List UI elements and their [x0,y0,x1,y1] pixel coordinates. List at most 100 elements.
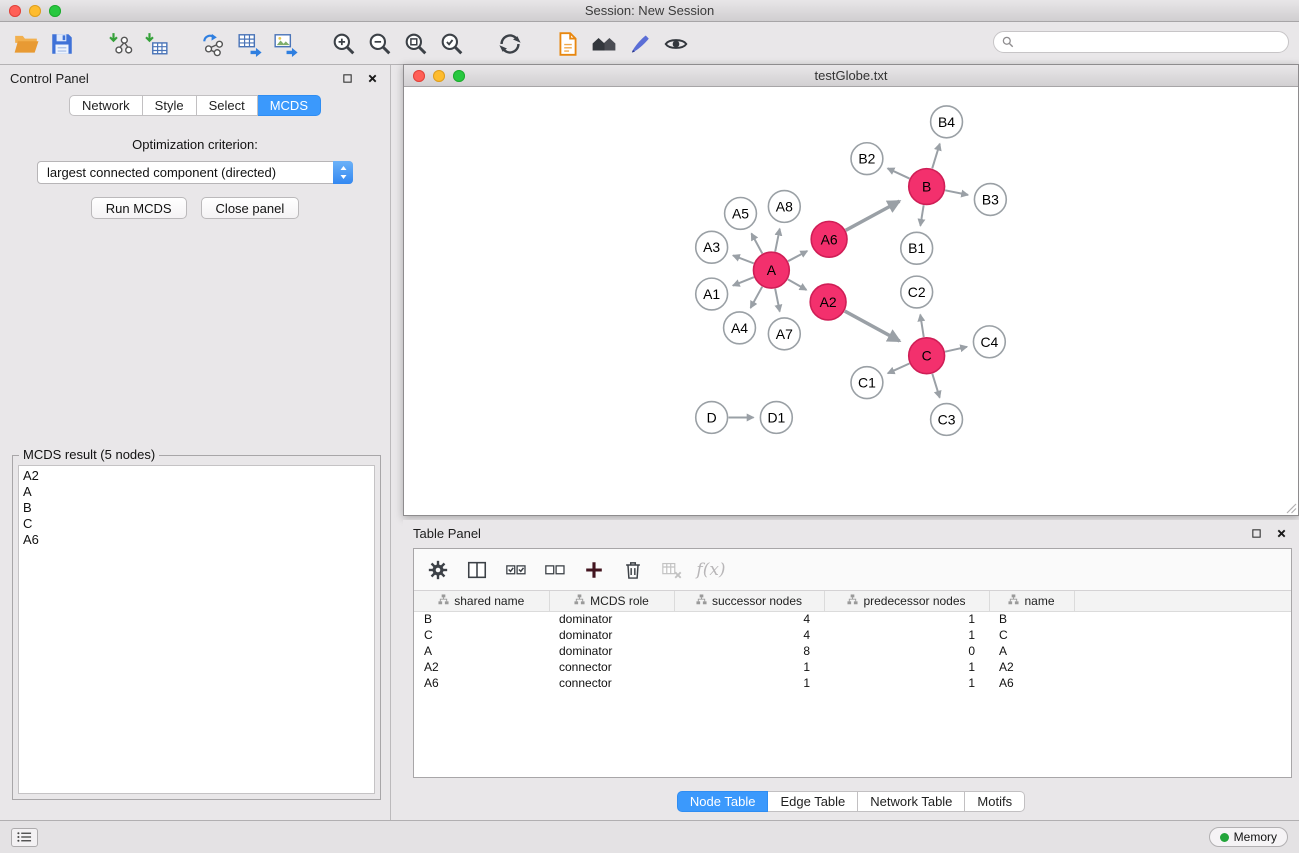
delete-table-button[interactable] [656,554,688,586]
graph-node-A4[interactable]: A4 [724,312,756,344]
graph-edge-A-A5[interactable] [751,234,762,254]
graph-edge-B-B3[interactable] [945,190,968,195]
graph-node-D1[interactable]: D1 [760,402,792,434]
graph-edge-B-B4[interactable] [932,144,940,169]
zoom-window-button[interactable] [49,5,61,17]
column-header-predecessor-nodes[interactable]: predecessor nodes [824,591,989,611]
table-row[interactable]: Adominator80A [414,643,1291,659]
column-header-successor-nodes[interactable]: successor nodes [674,591,824,611]
graph-edge-B-B2[interactable] [888,168,910,178]
column-settings-button[interactable] [461,554,493,586]
apply-style-button[interactable] [622,26,658,62]
delete-column-button[interactable] [617,554,649,586]
close-window-button[interactable] [9,5,21,17]
table-row[interactable]: Cdominator41C [414,627,1291,643]
run-mcds-button[interactable]: Run MCDS [91,197,187,219]
tab-node-table[interactable]: Node Table [677,791,769,812]
graph-node-A2[interactable]: A2 [810,284,846,320]
mcds-result-item[interactable]: A [23,484,370,500]
graph-edge-A-A1[interactable] [733,277,754,285]
task-history-button[interactable] [11,828,38,847]
graph-edge-A-A7[interactable] [775,289,780,312]
zoom-fit-button[interactable] [398,26,434,62]
tab-network[interactable]: Network [69,95,143,116]
open-document-button[interactable] [550,26,586,62]
graph-edge-B-B1[interactable] [920,205,923,225]
graph-node-A5[interactable]: A5 [725,197,757,229]
tab-network-table[interactable]: Network Table [858,791,965,812]
graph-node-C2[interactable]: C2 [901,276,933,308]
search-field[interactable] [993,31,1289,53]
float-panel-button[interactable] [339,70,355,86]
apply-preferred-layout-button[interactable] [492,26,528,62]
table-settings-button[interactable] [422,554,454,586]
graph-node-B[interactable]: B [909,169,945,205]
table-row[interactable]: A6connector11A6 [414,675,1291,691]
create-new-column-button[interactable] [578,554,610,586]
graph-node-B1[interactable]: B1 [901,232,933,264]
zoom-selected-button[interactable] [434,26,470,62]
table-row[interactable]: Bdominator41B [414,611,1291,627]
graph-node-D[interactable]: D [696,402,728,434]
graph-node-C4[interactable]: C4 [973,326,1005,358]
import-table-from-file-button[interactable] [138,26,174,62]
function-builder-button[interactable]: f(x) [695,554,727,586]
criterion-dropdown[interactable]: largest connected component (directed) [37,161,353,184]
network-zoom-button[interactable] [453,70,465,82]
graph-edge-C-C3[interactable] [932,374,939,398]
graph-node-A6[interactable]: A6 [811,221,847,257]
first-neighbors-button[interactable] [586,26,622,62]
graph-node-C1[interactable]: C1 [851,367,883,399]
select-all-rows-button[interactable] [500,554,532,586]
graph-node-B3[interactable]: B3 [974,184,1006,216]
table-row[interactable]: A2connector11A2 [414,659,1291,675]
graph-node-B4[interactable]: B4 [931,106,963,138]
graph-edge-A-A3[interactable] [733,255,754,263]
close-table-panel-button[interactable] [1273,525,1289,541]
close-panel-button[interactable]: Close panel [201,197,300,219]
column-header-mcds-role[interactable]: MCDS role [549,591,674,611]
tab-select[interactable]: Select [197,95,258,116]
graph-edge-A-A6[interactable] [788,251,807,261]
tab-style[interactable]: Style [143,95,197,116]
network-close-button[interactable] [413,70,425,82]
graph-node-A3[interactable]: A3 [696,231,728,263]
tab-mcds[interactable]: MCDS [258,95,321,116]
graph-edge-A-A4[interactable] [751,287,763,308]
resize-grip-icon[interactable] [1285,502,1297,514]
graph-node-A8[interactable]: A8 [768,191,800,223]
network-minimize-button[interactable] [433,70,445,82]
graph-node-A1[interactable]: A1 [696,278,728,310]
node-table-container[interactable]: shared nameMCDS rolesuccessor nodesprede… [414,591,1291,777]
close-control-panel-button[interactable] [364,70,380,86]
zoom-out-button[interactable] [362,26,398,62]
mcds-result-list[interactable]: A2ABCA6 [18,465,375,794]
float-table-panel-button[interactable] [1248,525,1264,541]
column-header-name[interactable]: name [989,591,1074,611]
graph-node-B2[interactable]: B2 [851,143,883,175]
graph-edge-A-A8[interactable] [775,229,780,252]
open-session-button[interactable] [8,26,44,62]
mcds-result-item[interactable]: B [23,500,370,516]
tab-edge-table[interactable]: Edge Table [768,791,858,812]
graph-edge-A-A2[interactable] [788,279,807,289]
show-graphics-details-button[interactable] [658,26,694,62]
column-header-shared-name[interactable]: shared name [414,591,549,611]
mcds-result-item[interactable]: C [23,516,370,532]
graph-node-A7[interactable]: A7 [768,318,800,350]
memory-button[interactable]: Memory [1209,827,1288,847]
graph-edge-C-C4[interactable] [945,347,967,352]
export-table-button[interactable] [232,26,268,62]
mcds-result-item[interactable]: A6 [23,532,370,548]
tab-motifs[interactable]: Motifs [965,791,1025,812]
graph-edge-A6-B[interactable] [846,201,900,230]
save-session-button[interactable] [44,26,80,62]
deselect-all-rows-button[interactable] [539,554,571,586]
graph-node-A[interactable]: A [753,252,789,288]
graph-edge-C-C2[interactable] [920,315,923,337]
graph-edge-A2-C[interactable] [845,311,900,341]
graph-node-C3[interactable]: C3 [931,404,963,436]
export-image-button[interactable] [268,26,304,62]
mcds-result-item[interactable]: A2 [23,468,370,484]
graph-edge-C-C1[interactable] [888,364,910,374]
